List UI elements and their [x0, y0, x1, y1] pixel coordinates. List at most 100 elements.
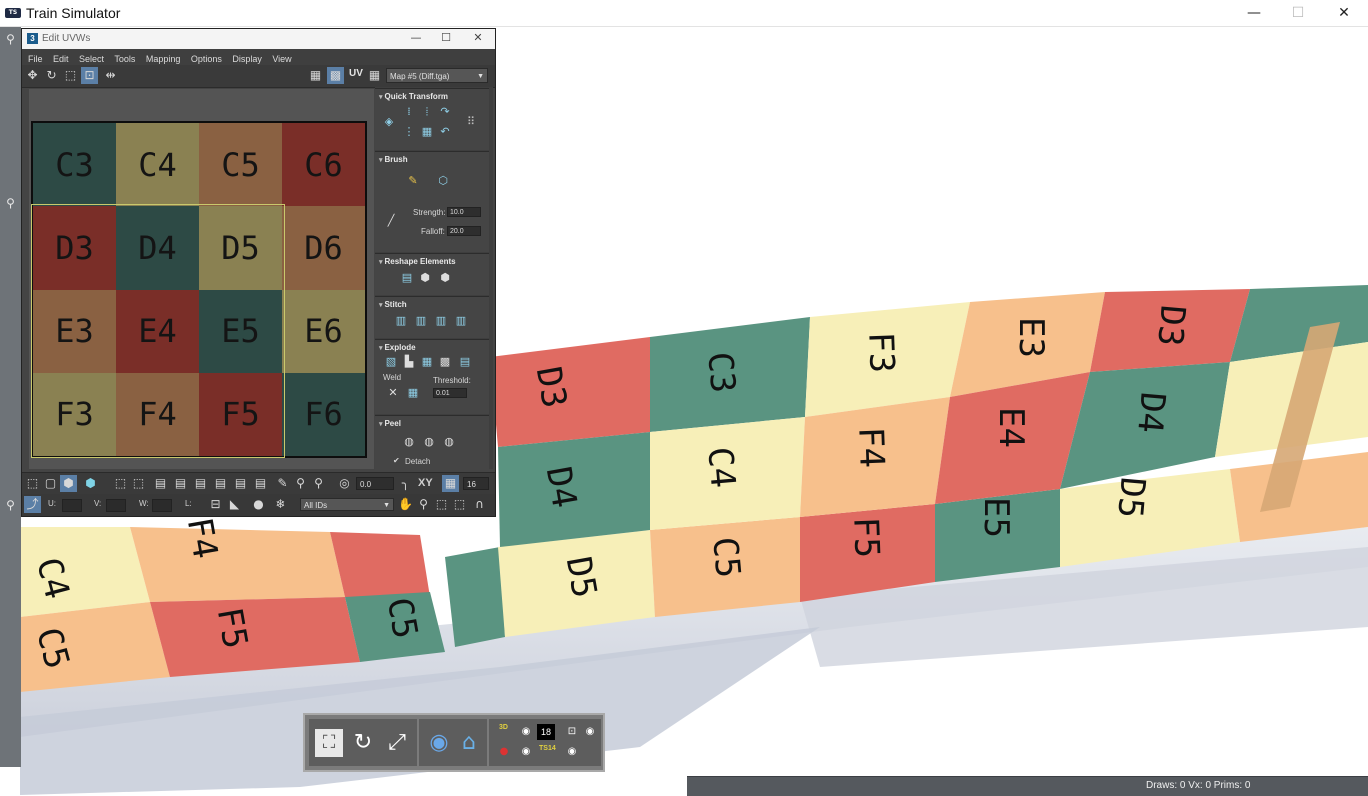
- pin-icon[interactable]: ⚲: [2, 31, 19, 48]
- xy-coordinate-toggle[interactable]: XY: [418, 477, 433, 489]
- scale-icon[interactable]: ⬚: [62, 67, 79, 84]
- loop-grow-icon[interactable]: ▤: [192, 475, 209, 492]
- falloff-type-icon[interactable]: ╮: [397, 475, 414, 492]
- rotate-ccw-icon[interactable]: ↶: [437, 125, 453, 139]
- uvw-close-button[interactable]: ✕: [465, 31, 491, 44]
- pin-icon[interactable]: ⚲: [2, 195, 19, 212]
- lock-icon[interactable]: ⊡: [565, 725, 579, 739]
- reshape-header[interactable]: Reshape Elements: [375, 254, 489, 266]
- home-icon[interactable]: ⌂: [455, 729, 483, 757]
- paint-brush-icon[interactable]: ✎: [405, 174, 421, 188]
- uv-axis-label[interactable]: UV: [349, 68, 363, 79]
- texture-toggle-icon[interactable]: ▩: [327, 67, 344, 84]
- freeform-icon[interactable]: ⊡: [81, 67, 98, 84]
- threshold-field[interactable]: 0.01: [433, 388, 467, 398]
- hide-icon[interactable]: ◣: [226, 496, 243, 513]
- weld-selected-icon[interactable]: ✕: [385, 386, 401, 400]
- snowflake-icon[interactable]: ❄: [272, 496, 289, 513]
- detach-checkbox[interactable]: ✔: [393, 456, 400, 465]
- stitch-custom-icon[interactable]: ▥: [393, 314, 409, 328]
- map-options-icon[interactable]: ▦: [366, 67, 383, 84]
- lock-icon[interactable]: ⊟: [207, 496, 224, 513]
- ring-grow-icon[interactable]: ▤: [212, 475, 229, 492]
- edge-ring-icon[interactable]: ▤: [252, 475, 269, 492]
- space-vertical-icon[interactable]: ▦: [419, 125, 435, 139]
- align-vertical-icon[interactable]: ⦙: [419, 105, 435, 119]
- pack-icon[interactable]: ⬢: [437, 271, 453, 285]
- radio-lock-icon[interactable]: ◉: [583, 725, 597, 739]
- stitch-average-icon[interactable]: ▥: [433, 314, 449, 328]
- grow-select-icon[interactable]: ⬚: [112, 475, 129, 492]
- paint-select-icon[interactable]: ✎: [274, 475, 291, 492]
- flatten-by-smoothing-icon[interactable]: ▩: [437, 355, 453, 369]
- zoom-icon[interactable]: ⚲: [415, 496, 432, 513]
- strength-field[interactable]: 10.0: [447, 207, 481, 217]
- mirror-icon[interactable]: ⇹: [102, 67, 119, 84]
- align-center-icon[interactable]: ◈: [381, 115, 397, 129]
- straighten-selection-icon[interactable]: ▤: [399, 271, 415, 285]
- rotate-icon[interactable]: ↻: [349, 729, 377, 757]
- absolute-mode-icon[interactable]: ⤴: [24, 496, 41, 513]
- peel-mode-icon[interactable]: ◍: [421, 435, 437, 449]
- break-icon[interactable]: ▧: [383, 355, 399, 369]
- zoom-extents-icon[interactable]: ⬚: [451, 496, 468, 513]
- scale-icon[interactable]: ⤢: [383, 729, 411, 757]
- freeze-icon[interactable]: ●: [250, 496, 267, 513]
- uvw-maximize-button[interactable]: ☐: [433, 31, 459, 44]
- peel-header[interactable]: Peel: [375, 416, 489, 428]
- uv-editor-viewport[interactable]: C3 C4 C5 C6 D3 D4 D5 D6 E3 E4 E5 E6 F3 F4 F5 F6: [29, 89, 374, 469]
- edge-loop-icon[interactable]: ▤: [232, 475, 249, 492]
- uvw-minimize-button[interactable]: —: [403, 31, 429, 44]
- minimize-button[interactable]: —: [1231, 2, 1277, 24]
- poly-mode-icon[interactable]: ⬢: [60, 475, 77, 492]
- relax-brush-icon[interactable]: ⬡: [435, 174, 451, 188]
- weld-target-icon[interactable]: ▦: [405, 386, 421, 400]
- align-horizontal-icon[interactable]: ⁞: [401, 105, 417, 119]
- stitch-header[interactable]: Stitch: [375, 297, 489, 309]
- map-select[interactable]: Map #5 (Diff.tga) ▼: [386, 68, 488, 83]
- ids-select[interactable]: All IDs ▼: [300, 498, 394, 511]
- straighten-icon[interactable]: ⠿: [463, 115, 479, 129]
- falloff-field[interactable]: 20.0: [447, 226, 481, 236]
- ts14-label[interactable]: TS14: [539, 745, 556, 752]
- move-icon[interactable]: ✥: [24, 67, 41, 84]
- brush-header[interactable]: Brush: [375, 152, 489, 164]
- w-field[interactable]: [152, 499, 172, 512]
- pin-icon[interactable]: ⚲: [2, 497, 19, 514]
- quick-peel-icon[interactable]: ◍: [401, 435, 417, 449]
- relax-icon[interactable]: ⬢: [417, 271, 433, 285]
- edge-mode-icon[interactable]: ▢: [42, 475, 59, 492]
- space-horizontal-icon[interactable]: ⋮: [401, 125, 417, 139]
- angle-field[interactable]: 0.0: [356, 477, 394, 490]
- radio-train-icon[interactable]: ◉: [519, 745, 533, 759]
- fit-view-icon[interactable]: ⛶: [315, 729, 343, 757]
- soft-select-icon[interactable]: ◎: [336, 475, 353, 492]
- close-button[interactable]: ✕: [1321, 2, 1367, 24]
- explode-header[interactable]: Explode: [375, 340, 489, 352]
- enlarge-brush-icon[interactable]: ⚲: [292, 475, 309, 492]
- reset-peel-icon[interactable]: ◍: [441, 435, 457, 449]
- globe-icon[interactable]: ◉: [425, 729, 453, 757]
- v-field[interactable]: [106, 499, 126, 512]
- ring-icon[interactable]: ▤: [172, 475, 189, 492]
- rotate-icon[interactable]: ↻: [43, 67, 60, 84]
- pan-icon[interactable]: ✋: [397, 496, 414, 513]
- shrink-select-icon[interactable]: ⬚: [130, 475, 147, 492]
- detach-edge-icon[interactable]: ▙: [401, 355, 417, 369]
- quick-transform-header[interactable]: Quick Transform: [375, 89, 489, 101]
- element-mode-icon[interactable]: ⬢: [82, 475, 99, 492]
- shrink-brush-icon[interactable]: ⚲: [310, 475, 327, 492]
- falloff-curve-icon[interactable]: ╱: [383, 214, 399, 228]
- train-icon[interactable]: ●: [497, 745, 511, 759]
- maximize-button[interactable]: ☐: [1275, 2, 1321, 24]
- radio-3d-icon[interactable]: ◉: [519, 725, 533, 739]
- stitch-source-icon[interactable]: ▥: [453, 314, 469, 328]
- vertex-mode-icon[interactable]: ⬚: [24, 475, 41, 492]
- rotate-cw-icon[interactable]: ↷: [437, 105, 453, 119]
- flatten-icon[interactable]: ▦: [419, 355, 435, 369]
- flatten-by-material-icon[interactable]: ▤: [457, 355, 473, 369]
- loop-icon[interactable]: ▤: [152, 475, 169, 492]
- stitch-target-icon[interactable]: ▥: [413, 314, 429, 328]
- grid-size-field[interactable]: 16: [463, 477, 489, 490]
- grid-snap-icon[interactable]: ▦: [442, 475, 459, 492]
